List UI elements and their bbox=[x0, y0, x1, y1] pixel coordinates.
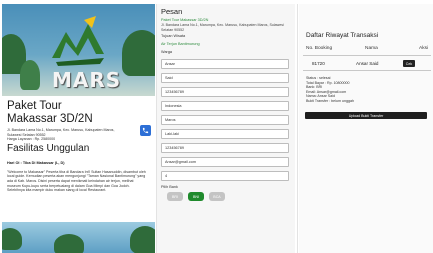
gender-field[interactable]: Laki-laki bbox=[161, 129, 289, 140]
history-title: Daftar Riwayat Transaksi bbox=[306, 32, 379, 39]
package-address: Jl. Bandara Lama No.1, Marumpa, Kec. Mar… bbox=[161, 23, 284, 32]
column-header-booking: No. Booking bbox=[306, 46, 333, 51]
tour-title-line1: Paket Tour bbox=[7, 100, 62, 112]
column-header-name: Nama bbox=[365, 46, 378, 51]
column-header-action: Aksi bbox=[419, 46, 429, 51]
call-button[interactable] bbox=[140, 125, 151, 136]
mars-logo-icon bbox=[52, 16, 104, 66]
id-number-field[interactable]: 123456789 bbox=[161, 87, 289, 98]
phone-icon bbox=[142, 127, 149, 134]
check-button[interactable]: Cek bbox=[403, 60, 415, 67]
order-form-header: Pesan Paket Tour Makassar 3D/2N Jl. Band… bbox=[157, 4, 295, 55]
itinerary-description: "Welcome to Makassar" Peserta tiba di Ba… bbox=[7, 169, 146, 193]
origin-label: Warga bbox=[161, 50, 173, 55]
hero-banner: MARS bbox=[2, 4, 155, 96]
row-separator bbox=[303, 70, 431, 71]
form-title: Pesan bbox=[161, 7, 183, 16]
bank-option-bca[interactable]: BCA bbox=[209, 192, 225, 202]
screenshot-collage: MARS Paket Tour Makassar 3D/2N Jl. Banda… bbox=[0, 0, 433, 253]
detail-proof: Bukti Transfer : belum unggah bbox=[306, 98, 354, 103]
destination-value: Air Terjun Bantimurung bbox=[161, 42, 200, 47]
participant-count-field[interactable]: 4 bbox=[161, 171, 289, 182]
upload-proof-button[interactable]: Upload Bukti Transfer bbox=[305, 112, 427, 119]
last-name-field[interactable]: Said bbox=[161, 73, 289, 84]
country-field[interactable]: Indonesia bbox=[161, 101, 289, 112]
booking-number: 81720 bbox=[312, 61, 325, 66]
itinerary-day-label: Hari Ol : Tiba Di Makassar (L, D) bbox=[7, 160, 65, 165]
city-field[interactable]: Maros bbox=[161, 115, 289, 126]
tour-detail-screen: MARS Paket Tour Makassar 3D/2N Jl. Banda… bbox=[2, 4, 155, 253]
transaction-history-screen: Daftar Riwayat Transaksi No. Booking Nam… bbox=[299, 4, 433, 253]
tour-price: Harga Layanan : Rp. 2580000 bbox=[7, 137, 56, 142]
bank-selector: BRI BNI BCA bbox=[167, 192, 295, 202]
bank-label: Pilih Bank bbox=[161, 185, 178, 190]
tour-address: Jl. Bandara Lama No.1, Marumpa, Kec. Mar… bbox=[7, 128, 115, 137]
booking-name: Ansar Said bbox=[356, 61, 379, 66]
order-form-screen: Pesan Paket Tour Makassar 3D/2N Jl. Band… bbox=[157, 4, 295, 253]
email-field[interactable]: Ansar@gmail.com bbox=[161, 157, 289, 168]
bank-option-bri[interactable]: BRI bbox=[167, 192, 183, 202]
section-title: Fasilitas Unggulan bbox=[7, 142, 90, 154]
bottom-photo bbox=[2, 222, 155, 253]
first-name-field[interactable]: Ansar bbox=[161, 59, 289, 70]
transaction-details: Status : selesai Total Bayar : Rp. 10800… bbox=[306, 76, 354, 104]
logo-text: MARS bbox=[52, 68, 122, 92]
divider bbox=[297, 4, 298, 253]
tour-title-line2: Makassar 3D/2N bbox=[7, 113, 93, 125]
header-separator bbox=[303, 55, 431, 56]
phone-field[interactable]: 123456789 bbox=[161, 143, 289, 154]
destination-label: Tujuan Wisata bbox=[161, 34, 186, 39]
bank-option-bni[interactable]: BNI bbox=[188, 192, 204, 202]
